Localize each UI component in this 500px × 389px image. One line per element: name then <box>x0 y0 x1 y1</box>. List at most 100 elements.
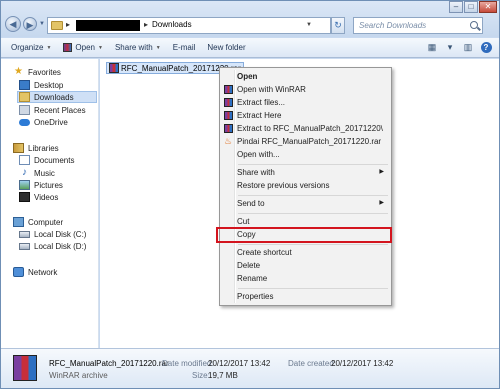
breadcrumb-arrow-icon[interactable]: ▸ <box>144 20 148 29</box>
menu-item-rename[interactable]: Rename <box>223 273 388 284</box>
winrar-icon <box>224 85 233 94</box>
sidebar-item-music[interactable]: ♪ Music <box>19 167 55 179</box>
winrar-icon <box>224 111 233 120</box>
recent-places-icon <box>19 105 30 115</box>
search-input[interactable]: Search Downloads <box>359 21 426 30</box>
date-modified-label: Date modified: <box>162 359 214 368</box>
winrar-icon <box>109 63 119 73</box>
chevron-down-icon: ▼ <box>98 44 103 51</box>
menu-item-extract-files[interactable]: Extract files... <box>223 97 388 108</box>
sidebar-item-local-disk-d[interactable]: Local Disk (D:) <box>19 240 86 252</box>
menu-item-extract-to[interactable]: Extract to RFC_ManualPatch_20171220\ <box>223 123 388 134</box>
sidebar-item-label: Downloads <box>34 92 74 102</box>
menu-item-delete[interactable]: Delete <box>223 260 388 271</box>
sidebar-item-label: Documents <box>34 155 75 165</box>
breadcrumb-current[interactable]: Downloads <box>152 20 192 29</box>
command-bar: Organize ▼ Open ▼ Share with ▼ E-mail Ne… <box>1 38 499 58</box>
folder-icon <box>51 21 63 30</box>
sidebar-item-favorites[interactable]: ★ Favorites <box>13 66 61 78</box>
sidebar-item-recent-places[interactable]: Recent Places <box>19 104 86 116</box>
network-icon <box>13 267 24 277</box>
open-button[interactable]: Open ▼ <box>57 40 109 56</box>
date-created-label: Date created: <box>288 359 337 368</box>
address-bar-row: ◀ ▶ ▼ ▸ ▸ Downloads ▼ ↻ Search Downloads… <box>1 1 499 37</box>
menu-item-open-with-winrar[interactable]: Open with WinRAR <box>223 84 388 95</box>
maximize-button[interactable]: □ <box>464 1 478 13</box>
sidebar-item-label: Music <box>34 168 55 178</box>
forward-button[interactable]: ▶ <box>23 17 37 31</box>
menu-item-open[interactable]: Open <box>223 71 388 82</box>
organize-button[interactable]: Organize ▼ <box>5 40 57 56</box>
menu-item-cut[interactable]: Cut <box>223 216 388 227</box>
menu-item-properties[interactable]: Properties <box>223 291 388 302</box>
date-created-value: 20/12/2017 13:42 <box>331 359 394 368</box>
share-with-label: Share with <box>114 43 153 52</box>
sidebar-item-label: Recent Places <box>34 105 86 115</box>
sidebar-item-videos[interactable]: Videos <box>19 191 58 203</box>
music-icon: ♪ <box>22 167 27 178</box>
search-box[interactable]: Search Downloads <box>353 17 483 34</box>
close-button[interactable]: ✕ <box>479 1 497 13</box>
breadcrumb-arrow-icon[interactable]: ▸ <box>66 20 70 29</box>
sidebar-item-onedrive[interactable]: OneDrive <box>19 116 68 128</box>
menu-item-restore-previous-versions[interactable]: Restore previous versions <box>223 180 388 191</box>
sidebar-item-local-disk-c[interactable]: Local Disk (C:) <box>19 228 86 240</box>
winrar-icon <box>63 43 73 52</box>
change-view-icon[interactable]: ▦ <box>425 40 439 54</box>
context-menu: Open Open with WinRAR Extract files... E… <box>219 67 392 306</box>
menu-item-send-to[interactable]: Send to ▶ <box>223 198 388 209</box>
menu-separator <box>238 195 388 196</box>
menu-item-label: Open with WinRAR <box>237 85 306 94</box>
desktop-icon <box>19 80 30 90</box>
menu-item-label: Extract files... <box>237 98 286 107</box>
menu-item-create-shortcut[interactable]: Create shortcut <box>223 247 388 258</box>
menu-separator <box>238 288 388 289</box>
menu-item-label: Extract to RFC_ManualPatch_20171220\ <box>237 124 383 133</box>
sidebar-item-label: Desktop <box>34 80 64 90</box>
menu-item-extract-here[interactable]: Extract Here <box>223 110 388 121</box>
menu-separator <box>238 164 388 165</box>
sidebar-item-libraries[interactable]: Libraries <box>13 142 59 154</box>
sidebar-item-label: Videos <box>34 192 59 202</box>
sidebar-item-pictures[interactable]: Pictures <box>19 179 63 191</box>
details-pane: RFC_ManualPatch_20171220.rar WinRAR arch… <box>1 348 499 388</box>
date-modified-value: 20/12/2017 13:42 <box>208 359 271 368</box>
minimize-button[interactable]: – <box>449 1 463 13</box>
hard-disk-icon <box>19 242 30 250</box>
details-file-type: WinRAR archive <box>49 371 108 380</box>
details-file-name: RFC_ManualPatch_20171220.rar <box>49 359 169 368</box>
sidebar-item-downloads[interactable]: Downloads <box>17 91 97 103</box>
sidebar-item-label: OneDrive <box>34 117 68 127</box>
back-button[interactable]: ◀ <box>5 16 21 32</box>
view-options-icon[interactable]: ▾ <box>443 40 457 54</box>
sidebar-item-label: Pictures <box>34 180 63 190</box>
sidebar-item-desktop[interactable]: Desktop <box>19 79 63 91</box>
document-icon <box>19 155 30 165</box>
help-button[interactable]: ? <box>479 40 493 54</box>
chevron-down-icon: ▼ <box>46 44 52 51</box>
preview-pane-icon[interactable]: ▥ <box>461 40 475 54</box>
menu-item-label: Share with <box>237 168 275 177</box>
menu-separator <box>238 244 388 245</box>
recent-pages-dropdown-icon[interactable]: ▼ <box>39 21 45 27</box>
menu-item-open-with[interactable]: Open with... <box>223 149 388 160</box>
sidebar-item-network[interactable]: Network <box>13 266 57 278</box>
sidebar-item-label: Local Disk (D:) <box>34 241 87 251</box>
new-folder-label: New folder <box>207 43 246 52</box>
share-with-button[interactable]: Share with ▼ <box>109 40 167 56</box>
navigation-pane: ★ Favorites Desktop Downloads Recent Pla… <box>1 59 99 348</box>
new-folder-button[interactable]: New folder <box>201 40 251 56</box>
address-dropdown-icon[interactable]: ▼ <box>306 22 312 28</box>
menu-item-share-with[interactable]: Share with ▶ <box>223 167 388 178</box>
chevron-down-icon: ▼ <box>155 44 161 51</box>
search-icon[interactable] <box>470 21 478 29</box>
sidebar-item-computer[interactable]: Computer <box>13 216 63 228</box>
sidebar-item-documents[interactable]: Documents <box>19 154 74 166</box>
address-bar[interactable]: ▸ ▸ Downloads ▼ <box>47 17 331 34</box>
email-button[interactable]: E-mail <box>167 40 202 56</box>
help-icon: ? <box>480 41 492 53</box>
sidebar-item-label: Computer <box>28 217 64 227</box>
menu-item-label: Send to <box>237 199 265 208</box>
refresh-button[interactable]: ↻ <box>331 17 345 34</box>
menu-item-pindai[interactable]: ♨ Pindai RFC_ManualPatch_20171220.rar <box>223 136 388 147</box>
